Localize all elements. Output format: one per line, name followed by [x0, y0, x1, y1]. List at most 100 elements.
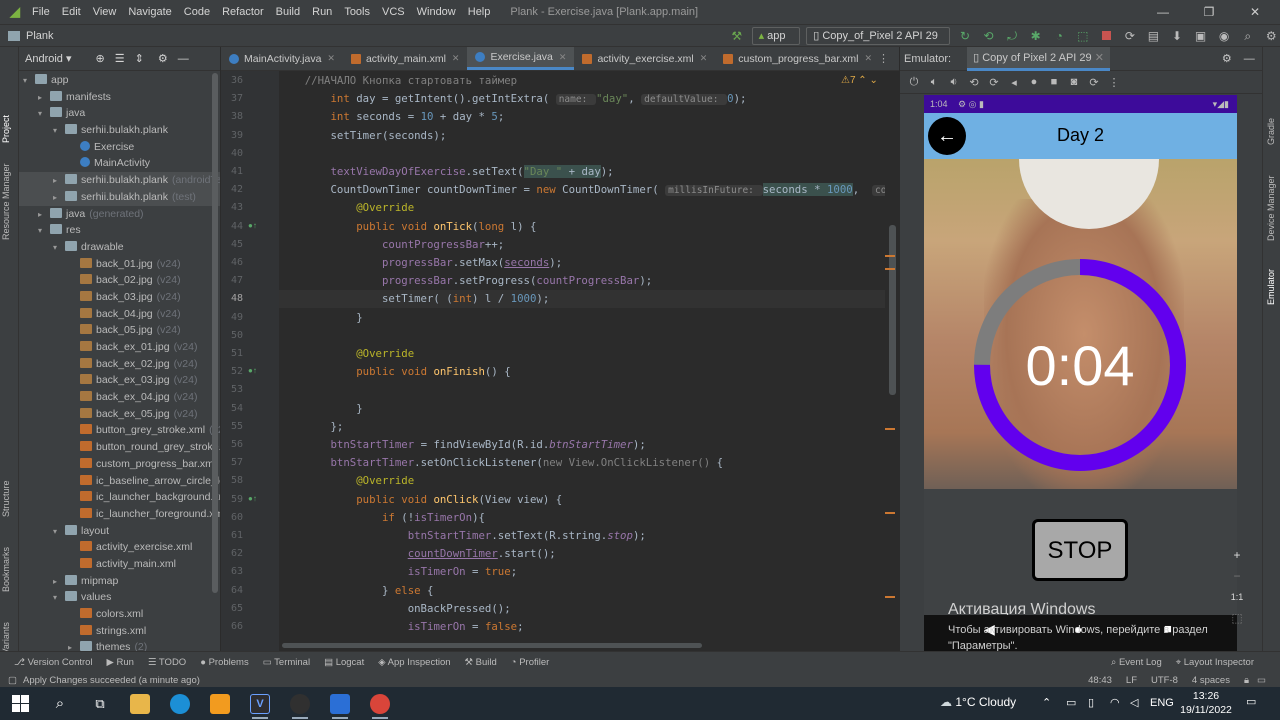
stop-button[interactable]: STOP	[1032, 519, 1128, 581]
code-line[interactable]: public void onFinish() {	[279, 363, 885, 381]
code-line[interactable]: countDownTimer.start();	[279, 545, 885, 563]
override-marker-icon[interactable]: ●↑	[248, 494, 257, 503]
taskbar-app-edge[interactable]	[160, 687, 200, 720]
lock-icon[interactable]: 🔒︎	[1244, 675, 1249, 686]
screenshot-icon[interactable]: ◙	[1064, 76, 1084, 88]
tool-button-build[interactable]: ⚒ Build	[465, 657, 497, 668]
code-line[interactable]: @Override	[279, 199, 885, 217]
code-line[interactable]: @Override	[279, 345, 885, 363]
tool-window-emulator[interactable]: Emulator	[1266, 269, 1276, 305]
code-line[interactable]: };	[279, 418, 885, 436]
menu-item-view[interactable]: View	[87, 6, 123, 18]
tree-item[interactable]: ▸ themes (2)	[19, 639, 220, 651]
expand-arrow-icon[interactable]: ▾	[53, 123, 65, 140]
code-line[interactable]: CountDownTimer countDownTimer = new Coun…	[279, 181, 885, 199]
language-indicator[interactable]: ENG	[1150, 697, 1174, 709]
code-line[interactable]: int seconds = 10 + day * 5;	[279, 108, 885, 126]
code-line[interactable]: setTimer(seconds);	[279, 127, 885, 145]
expand-arrow-icon[interactable]: ▾	[53, 590, 65, 607]
code-line[interactable]: public void onTick(long l) {	[279, 218, 885, 236]
tree-item[interactable]: button_grey_stroke.xml(v24)	[19, 422, 220, 439]
menu-item-build[interactable]: Build	[270, 6, 306, 18]
menu-item-navigate[interactable]: Navigate	[122, 6, 177, 18]
code-line[interactable]: progressBar.setMax(seconds);	[279, 254, 885, 272]
menu-item-window[interactable]: Window	[411, 6, 462, 18]
taskbar-app-explorer[interactable]	[120, 687, 160, 720]
tree-item[interactable]: custom_progress_bar.xml	[19, 456, 220, 473]
tree-item[interactable]: ▾ res	[19, 222, 220, 239]
settings-icon[interactable]: ⚙	[1222, 52, 1232, 65]
tool-window-gradle[interactable]: Gradle	[1266, 118, 1276, 145]
tray-chevron-icon[interactable]: ⌃	[1042, 696, 1051, 709]
code-line[interactable]: btnStartTimer = findViewById(R.id.btnSta…	[279, 436, 885, 454]
tool-window-bookmarks[interactable]: Bookmarks	[1, 547, 11, 592]
clock[interactable]: 13:26 19/11/2022	[1180, 689, 1232, 717]
tree-item[interactable]: back_03.jpg (v24)	[19, 289, 220, 306]
code-line[interactable]: isTimerOn = true;	[279, 563, 885, 581]
indent-setting[interactable]: 4 spaces	[1192, 675, 1230, 686]
sync-icon[interactable]: ⟳	[1121, 27, 1139, 45]
memory-icon[interactable]: ▭	[1257, 675, 1266, 686]
close-icon[interactable]: ✕	[1095, 52, 1104, 64]
back-icon[interactable]: ◂	[1004, 76, 1024, 89]
line-separator[interactable]: LF	[1126, 675, 1137, 686]
more-tabs-icon[interactable]: ⋮	[878, 52, 889, 65]
code-line[interactable]: btnStartTimer.setOnClickListener(new Vie…	[279, 454, 885, 472]
tree-item[interactable]: back_01.jpg (v24)	[19, 256, 220, 273]
tool-button-version-control[interactable]: ⎇ Version Control	[14, 657, 93, 668]
tool-button-problems[interactable]: ● Problems	[200, 657, 249, 668]
expand-arrow-icon[interactable]: ▾	[23, 73, 35, 90]
network-icon[interactable]: ▭	[1066, 696, 1076, 709]
tool-button-app-inspection[interactable]: ◈ App Inspection	[378, 657, 450, 668]
menu-item-run[interactable]: Run	[306, 6, 338, 18]
tree-item[interactable]: ▾ layout	[19, 523, 220, 540]
sdk-manager-icon[interactable]: ⬇	[1168, 27, 1186, 45]
code-line[interactable]: setTimer( (int) l / 1000);	[279, 290, 885, 309]
menu-item-vcs[interactable]: VCS	[376, 6, 411, 18]
menu-item-edit[interactable]: Edit	[56, 6, 87, 18]
taskbar-app-sublime[interactable]	[200, 687, 240, 720]
search-everywhere-icon[interactable]: ⌕	[1239, 27, 1257, 45]
tree-item[interactable]: ▸serhii.bulakh.plank(androidTest)	[19, 172, 220, 189]
code-line[interactable]: onBackPressed();	[279, 600, 885, 618]
zoom-in-icon[interactable]: +	[1226, 545, 1248, 566]
editor-tab[interactable]: MainActivity.java ✕	[221, 47, 343, 70]
hide-icon[interactable]: —	[1244, 53, 1255, 65]
windows-start-button[interactable]	[0, 687, 40, 720]
search-icon[interactable]: ⌕	[40, 687, 80, 720]
code-line[interactable]	[279, 327, 885, 345]
override-marker-icon[interactable]: ●↑	[248, 221, 257, 230]
tree-item[interactable]: Exercise	[19, 139, 220, 156]
expand-arrow-icon[interactable]: ▾	[38, 106, 50, 123]
editor-tab[interactable]: activity_exercise.xml ✕	[574, 47, 715, 70]
tool-window-structure[interactable]: Structure	[1, 480, 11, 517]
expand-arrow-icon[interactable]: ▸	[53, 190, 65, 207]
code-line[interactable]: public void onClick(View view) {	[279, 491, 885, 509]
tree-item[interactable]: back_ex_01.jpg (v24)	[19, 339, 220, 356]
tree-item[interactable]: ▾ drawable	[19, 239, 220, 256]
profile-icon[interactable]: ◔	[1050, 27, 1068, 45]
event-log-button[interactable]: ⌕ Event Log	[1111, 657, 1162, 668]
menu-item-code[interactable]: Code	[178, 6, 216, 18]
close-icon[interactable]: ✕	[865, 53, 873, 64]
tree-item[interactable]: ▾ serhii.bulakh.plank	[19, 122, 220, 139]
expand-arrow-icon[interactable]: ▸	[68, 640, 80, 651]
tree-item[interactable]: back_ex_03.jpg (v24)	[19, 372, 220, 389]
rotate-right-icon[interactable]: ⟳	[984, 76, 1004, 89]
tool-button-todo[interactable]: ☰ TODO	[148, 657, 186, 668]
battery-icon[interactable]: ▯	[1088, 696, 1094, 709]
tree-item[interactable]: activity_exercise.xml	[19, 539, 220, 556]
tree-item[interactable]: back_ex_04.jpg (v24)	[19, 389, 220, 406]
account-icon[interactable]: ◉	[1215, 27, 1233, 45]
cursor-position[interactable]: 48:43	[1088, 675, 1112, 686]
tree-item[interactable]: back_ex_05.jpg (v24)	[19, 406, 220, 423]
crosshair-icon[interactable]: ⊕	[96, 52, 105, 65]
tree-item[interactable]: ▾ values	[19, 589, 220, 606]
attach-debugger-icon[interactable]: ⬚	[1074, 27, 1092, 45]
close-icon[interactable]: ✕	[327, 53, 335, 64]
expand-arrow-icon[interactable]: ▸	[53, 173, 65, 190]
override-marker-icon[interactable]: ●↑	[248, 366, 257, 375]
editor-scrollbar[interactable]	[889, 225, 896, 395]
settings-icon[interactable]: ⚙	[158, 52, 168, 65]
device-manager-icon[interactable]: ▣	[1192, 27, 1210, 45]
